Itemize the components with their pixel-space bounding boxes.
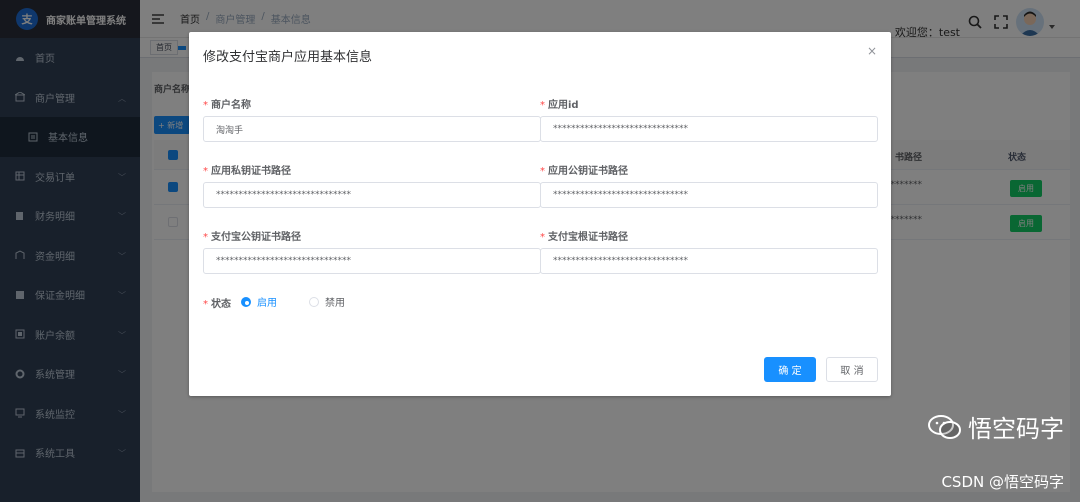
alipay-public-cert-input[interactable]: ****************************** — [203, 248, 541, 274]
field-label: * 支付宝公钥证书路径 — [203, 232, 301, 243]
app-id-input[interactable]: ****************************** — [540, 116, 878, 142]
field-label: * 支付宝根证书路径 — [540, 232, 628, 243]
watermark-csdn: CSDN @悟空码字 — [941, 473, 1064, 491]
watermark: 悟空码字 — [928, 409, 1064, 444]
app-public-cert-field: * 应用公钥证书路径 ****************************** — [540, 162, 878, 208]
radio-disabled[interactable]: 禁用 — [309, 294, 345, 309]
app-id-field: * 应用id ****************************** — [540, 96, 878, 142]
alipay-root-cert-input[interactable]: ****************************** — [540, 248, 878, 274]
close-icon[interactable]: × — [867, 44, 877, 58]
app-private-cert-field: * 应用私钥证书路径 ****************************** — [203, 162, 541, 208]
radio-unchecked-icon — [309, 296, 319, 307]
status-field: * 状态 启用 禁用 — [203, 294, 363, 310]
radio-label: 禁用 — [325, 298, 345, 309]
field-label: * 状态 — [203, 298, 231, 310]
watermark-name: 悟空码字 — [968, 415, 1064, 443]
dialog-title: 修改支付宝商户应用基本信息 — [203, 50, 373, 65]
app-public-cert-input[interactable]: ****************************** — [540, 182, 878, 208]
field-label: * 应用id — [540, 100, 579, 111]
merchant-name-input[interactable]: 淘淘手 — [203, 116, 541, 142]
confirm-button[interactable]: 确 定 — [764, 357, 816, 382]
merchant-name-field: * 商户名称 淘淘手 — [203, 96, 541, 142]
field-label: * 应用私钥证书路径 — [203, 166, 291, 177]
alipay-public-cert-field: * 支付宝公钥证书路径 *****************************… — [203, 228, 541, 274]
app-private-cert-input[interactable]: ****************************** — [203, 182, 541, 208]
radio-checked-icon — [241, 296, 251, 307]
wechat-icon — [928, 414, 961, 439]
radio-label: 启用 — [257, 298, 277, 309]
alipay-root-cert-field: * 支付宝根证书路径 ****************************** — [540, 228, 878, 274]
cancel-button[interactable]: 取 消 — [826, 357, 878, 382]
edit-dialog: 修改支付宝商户应用基本信息 × * 商户名称 淘淘手 * 应用id ********… — [189, 32, 891, 396]
field-label: * 应用公钥证书路径 — [540, 166, 628, 177]
radio-enabled[interactable]: 启用 — [241, 294, 277, 309]
field-label: * 商户名称 — [203, 100, 251, 111]
